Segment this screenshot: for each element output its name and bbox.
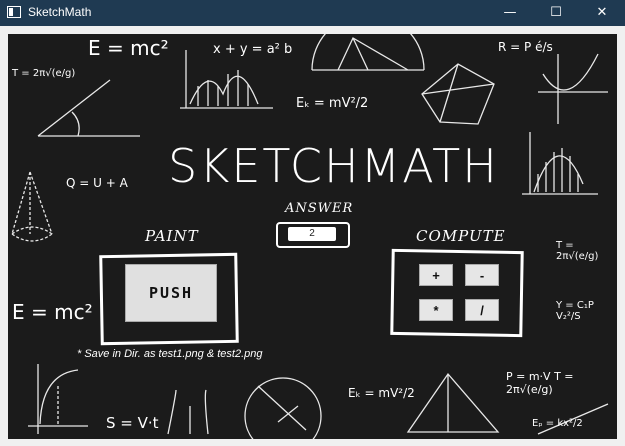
formula-4: T = 2π√(e/g) [12, 68, 76, 79]
app-logo: SKETCHMATH [168, 139, 499, 193]
answer-label: ANSWER [285, 201, 354, 216]
window-title: SketchMath [28, 5, 92, 19]
chalkboard-canvas: E = mc² x + y = a² b R = P é/s T = 2π√(e… [8, 34, 617, 439]
formula-2: x + y = a² b [213, 42, 293, 57]
maximize-button[interactable]: ☐ [533, 0, 579, 26]
save-note: * Save in Dir. as test1.png & test2.png [77, 348, 263, 360]
push-button[interactable]: PUSH [125, 264, 217, 322]
compute-label: COMPUTE [416, 227, 506, 245]
formula-8: T = 2π√(e/g) [556, 240, 599, 262]
formula-9: Y = C₁P V₂²/S [556, 300, 594, 322]
formula-13: Eₚ = kx²/2 [532, 418, 583, 429]
answer-display: 2 [288, 227, 336, 241]
close-button[interactable]: ✕ [579, 0, 625, 26]
paint-label: PAINT [145, 227, 199, 245]
formula-6: Q = U + A [66, 176, 128, 190]
formula-3: R = P é/s [498, 40, 553, 54]
minimize-button[interactable]: — [487, 0, 533, 26]
app-icon [7, 6, 21, 18]
formula-1: E = mc² [88, 36, 169, 60]
multiply-button[interactable]: * [419, 299, 453, 321]
title-bar[interactable]: SketchMath — ☐ ✕ [0, 0, 625, 26]
add-button[interactable]: + [419, 264, 453, 286]
formula-10: S = V·t [106, 414, 159, 432]
divide-button[interactable]: / [465, 299, 499, 321]
subtract-button[interactable]: - [465, 264, 499, 286]
formula-11: Eₖ = mV²/2 [348, 386, 415, 400]
compute-frame [390, 248, 524, 338]
formula-12: P = m·V T = 2π√(e/g) [506, 370, 574, 396]
formula-5: Eₖ = mV²/2 [296, 96, 369, 111]
formula-7: E = mc² [12, 300, 93, 324]
answer-frame: 2 [276, 222, 350, 248]
